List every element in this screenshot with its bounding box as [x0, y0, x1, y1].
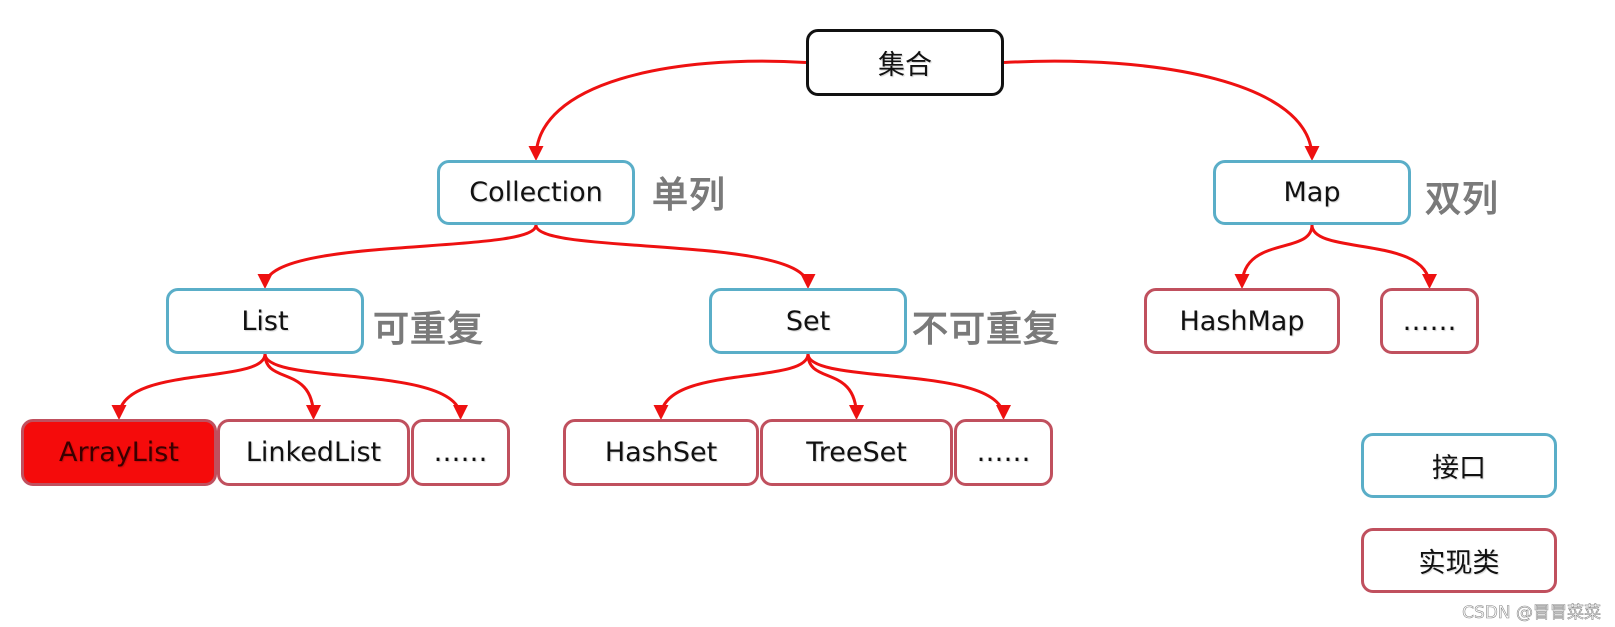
- node-collections-root: 集合: [806, 29, 1004, 96]
- edge-root-to-map: [1003, 59, 1320, 161]
- node-label: Collection: [469, 177, 603, 208]
- node-label: HashSet: [604, 437, 718, 468]
- node-label: ……: [1402, 305, 1457, 337]
- node-arraylist-class: ArrayList: [21, 419, 217, 486]
- node-label: Set: [785, 305, 831, 337]
- edge-collection-to-set: [534, 224, 816, 289]
- edge-set-to-set_more: [806, 353, 1011, 420]
- edge-set-to-hashset: [653, 353, 810, 420]
- node-label: List: [241, 305, 289, 337]
- node-label: ArrayList: [59, 437, 179, 468]
- node-label: Map: [1283, 177, 1341, 208]
- node-label: HashMap: [1179, 305, 1305, 337]
- node-set-more-classes: ……: [954, 419, 1053, 486]
- legend-implementation: 实现类: [1361, 528, 1557, 593]
- node-label: 集合: [878, 50, 932, 81]
- node-linkedlist-class: LinkedList: [217, 419, 410, 486]
- note-non-repeatable: 不可重复: [912, 309, 1061, 350]
- node-label: ……: [976, 437, 1031, 468]
- node-hashset-class: HashSet: [563, 419, 759, 486]
- legend-interface: 接口: [1361, 433, 1557, 498]
- edge-root-to-collection: [528, 59, 807, 161]
- note-double-column: 双列: [1425, 179, 1500, 220]
- edge-list-to-list_more: [263, 353, 468, 420]
- note-single-column: 单列: [652, 175, 727, 216]
- node-hashmap-class: HashMap: [1144, 288, 1340, 354]
- watermark: CSDN @冒冒菜菜: [1462, 603, 1601, 624]
- edge-map-to-map_more: [1310, 224, 1437, 289]
- edge-list-to-arraylist: [111, 353, 267, 420]
- node-set-interface: Set: [709, 288, 907, 354]
- node-map-more-classes: ……: [1380, 288, 1479, 354]
- node-label: ……: [433, 437, 488, 468]
- note-repeatable: 可重复: [373, 309, 485, 350]
- node-map-interface: Map: [1213, 160, 1411, 225]
- node-label: TreeSet: [806, 437, 907, 468]
- node-treeset-class: TreeSet: [760, 419, 953, 486]
- node-list-interface: List: [166, 288, 364, 354]
- legend-implementation-label: 实现类: [1418, 548, 1500, 579]
- node-collection-interface: Collection: [437, 160, 635, 225]
- node-list-more-classes: ……: [411, 419, 510, 486]
- node-label: LinkedList: [245, 437, 382, 468]
- edge-map-to-hashmap: [1234, 224, 1314, 289]
- edge-collection-to-list: [257, 224, 538, 289]
- legend-interface-label: 接口: [1432, 453, 1486, 484]
